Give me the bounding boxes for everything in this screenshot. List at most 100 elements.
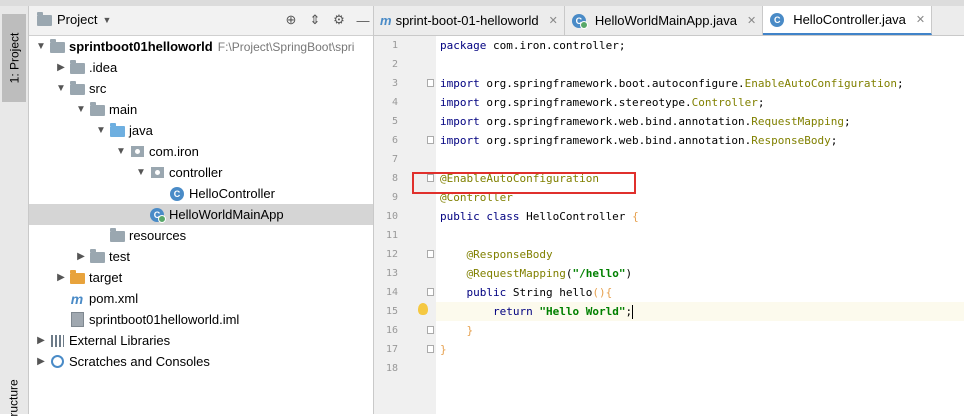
tree-item-label: HelloWorldMainApp [169,207,284,222]
hide-panel-icon[interactable]: — [353,10,373,30]
code-token: org.springframework.web.bind.annotation. [486,134,752,147]
package-icon [149,166,165,180]
project-panel: Project ▼ ⊕ ⇕ ⚙ — ▼ sprintboot01helloworl… [29,6,374,414]
chevron-right-icon[interactable]: ▶ [73,251,89,262]
code-token: (){ [592,286,613,299]
tree-item-label: test [109,249,130,264]
chevron-down-icon[interactable]: ▼ [73,104,89,115]
editor-tab[interactable]: C HelloWorldMainApp.java ✕ [565,6,764,35]
fold-marker-icon[interactable] [427,79,434,87]
line-number: 3 [391,78,398,89]
fold-marker-icon[interactable] [427,345,434,353]
project-panel-title: Project [57,12,98,27]
folder-icon [49,39,65,54]
tree-item[interactable]: ▼ src [29,78,373,99]
project-view-selector[interactable]: Project ▼ [37,12,111,27]
editor-tab[interactable]: C HelloController.java ✕ [763,6,933,35]
tree-item[interactable]: ▼ sprintboot01helloworld F:\Project\Spring… [29,36,373,57]
code-token: ; [843,115,851,128]
line-number: 11 [385,230,398,241]
code-editor: m sprint-boot-01-helloworld ✕ C HelloWorldMa… [374,6,964,414]
collapse-all-icon[interactable]: ⇕ [305,10,325,30]
chevron-down-icon[interactable]: ▼ [93,125,109,136]
code-line: 3 import org.springframework.boot.autocon… [392,74,964,93]
code-token: public class [440,210,527,223]
code-token: import [440,134,487,147]
tree-item-label: pom.xml [89,291,139,306]
code-text: } [440,340,447,359]
tree-item[interactable]: ▶ target [29,267,373,288]
close-icon[interactable]: ✕ [747,14,756,27]
project-folder-icon [37,12,52,26]
code-text: } [440,321,474,340]
tree-item[interactable]: ▼ controller [29,162,373,183]
chevron-down-icon[interactable]: ▼ [133,167,149,178]
code-token: org.springframework.boot.autoconfigure. [486,77,745,90]
locate-file-icon[interactable]: ⊕ [281,10,301,30]
project-tool-tab[interactable]: 1: Project [2,14,26,102]
chevron-right-icon[interactable]: ▶ [33,335,49,346]
tree-item[interactable]: ▶sprintboot01helloworld.iml [29,309,373,330]
line-number: 13 [385,268,398,279]
fold-marker-icon[interactable] [427,136,434,144]
fold-marker-icon[interactable] [427,250,434,258]
tree-item-label: controller [169,165,223,180]
tree-item[interactable]: ▼ java [29,120,373,141]
code-token: return [492,305,540,318]
maven-icon: m [380,13,392,28]
line-number: 6 [391,135,398,146]
chevron-right-icon[interactable]: ▶ [53,272,69,283]
class-icon: C [769,12,785,27]
folder-icon [89,102,105,117]
chevron-down-icon[interactable]: ▼ [53,83,69,94]
fold-marker-icon[interactable] [427,326,434,334]
code-text: import org.springframework.boot.autoconf… [440,74,904,93]
tree-item-label: com.iron [149,144,199,159]
chevron-down-icon[interactable]: ▼ [113,146,129,157]
code-token: Controller [691,96,758,109]
editor-tab-label: sprint-boot-01-helloworld [395,13,539,28]
chevron-right-icon[interactable]: ▶ [53,62,69,73]
tree-item[interactable]: ▶ External Libraries [29,330,373,351]
code-line: 11 [386,226,964,245]
structure-tool-tab[interactable]: ructure [2,376,26,420]
code-area[interactable]: 1 package com.iron.controller; 2 3 import or… [386,36,964,378]
code-token: @RequestMapping [466,267,566,280]
close-icon[interactable]: ✕ [549,14,558,27]
tree-item[interactable]: ▶ .idea [29,57,373,78]
code-line: 17} [386,340,964,359]
tree-item-label: sprintboot01helloworld [69,39,213,54]
code-token: ; [896,77,904,90]
chevron-down-icon[interactable]: ▼ [33,41,49,52]
code-line: 1 package com.iron.controller; [392,36,964,55]
tree-item[interactable]: ▶CHelloController [29,183,373,204]
close-icon[interactable]: ✕ [916,13,925,26]
code-text: public String hello(){ [440,283,613,302]
tree-item[interactable]: ▶resources [29,225,373,246]
code-token: package [440,39,493,52]
lightbulb-icon[interactable] [418,303,428,315]
tree-item[interactable]: ▶ Scratches and Consoles [29,351,373,372]
tree-item[interactable]: ▶ test [29,246,373,267]
editor-tab-label: HelloController.java [793,12,906,27]
code-line: 18 [386,359,964,378]
fold-marker-icon[interactable] [427,288,434,296]
tree-item[interactable]: ▶mpom.xml [29,288,373,309]
chevron-right-icon[interactable]: ▶ [33,356,49,367]
maven-icon: m [70,290,84,307]
chevron-down-icon: ▼ [102,14,112,25]
gear-icon[interactable]: ⚙ [329,10,349,30]
tree-item[interactable]: ▼ main [29,99,373,120]
line-number: 14 [385,287,398,298]
tree-item[interactable]: ▶CHelloWorldMainApp [29,204,373,225]
tree-item[interactable]: ▼ com.iron [29,141,373,162]
folder-icon [69,81,85,96]
tree-item-label: External Libraries [69,333,171,348]
line-number: 12 [385,249,398,260]
code-line: 4 import org.springframework.stereotype.C… [392,93,964,112]
line-number: 7 [391,154,398,165]
editor-tab[interactable]: m sprint-boot-01-helloworld ✕ [374,6,565,35]
